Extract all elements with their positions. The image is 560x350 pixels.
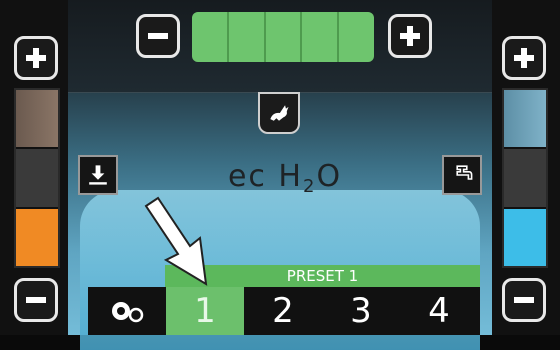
plus-icon (26, 48, 46, 68)
speed-segment (302, 12, 340, 62)
minus-icon (26, 297, 46, 303)
right-level-bar (502, 88, 548, 268)
water-tap-icon (456, 165, 473, 180)
preset-settings-button[interactable] (88, 287, 166, 335)
level-segment (16, 208, 58, 266)
preset-option-1[interactable]: 1 (166, 287, 244, 335)
speed-increase-button[interactable] (388, 14, 432, 58)
left-level-decrease-button[interactable] (14, 278, 58, 322)
download-icon (89, 165, 107, 185)
speed-decrease-button[interactable] (136, 14, 180, 58)
right-level-decrease-button[interactable] (502, 278, 546, 322)
preset-option-3[interactable]: 3 (322, 287, 400, 335)
level-segment (504, 90, 546, 150)
logo-text: ec H (227, 159, 303, 194)
plus-icon (400, 26, 420, 46)
speed-mode-indicator[interactable] (258, 92, 300, 134)
level-segment (16, 149, 58, 209)
left-level-bar (14, 88, 60, 268)
gears-icon (112, 302, 144, 323)
preset-option-4[interactable]: 4 (400, 287, 478, 335)
speed-segment (339, 12, 374, 62)
right-mode-button[interactable] (442, 155, 482, 195)
minus-icon (514, 297, 534, 303)
right-level-increase-button[interactable] (502, 36, 546, 80)
logo-text: O (316, 159, 343, 194)
level-segment (504, 208, 546, 266)
preset-option-2[interactable]: 2 (244, 287, 322, 335)
logo-subscript: 2 (302, 176, 317, 197)
left-level-increase-button[interactable] (14, 36, 58, 80)
pointer-arrow-icon (144, 196, 208, 286)
level-segment (504, 149, 546, 209)
plus-icon (514, 48, 534, 68)
speed-level-bar (192, 12, 374, 62)
rabbit-icon (270, 105, 289, 121)
ec-h2o-logo: ec H2O (205, 159, 365, 198)
control-panel: ec H2O PRESET 1 1 2 3 4 (0, 0, 560, 350)
speed-segment (228, 12, 266, 62)
speed-segment (192, 12, 229, 62)
left-mode-button[interactable] (78, 155, 118, 195)
speed-segment (265, 12, 303, 62)
minus-icon (148, 33, 168, 39)
preset-selector: 1 2 3 4 (88, 287, 480, 335)
level-segment (16, 90, 58, 150)
